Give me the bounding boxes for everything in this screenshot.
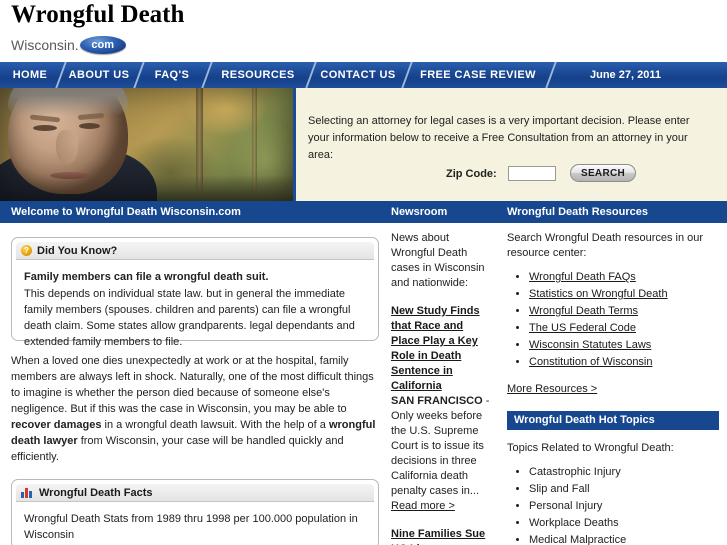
site-title: Wrongful Death: [11, 1, 185, 28]
did-you-know-header: ? Did You Know?: [16, 242, 374, 260]
facts-box-body: Wrongful Death Stats from 1989 thru 1998…: [24, 513, 358, 541]
hero-section: Selecting an attorney for legal cases is…: [0, 88, 727, 201]
resources-column: Search Wrongful Death resources in our r…: [507, 231, 719, 545]
nav-faqs-label: FAQ'S: [154, 69, 190, 81]
news-headline-link[interactable]: New Study Finds that Race and Place Play…: [391, 304, 491, 394]
resource-link[interactable]: Statistics on Wrongful Death: [529, 288, 668, 300]
news-source: SAN FRANCISCO: [391, 395, 483, 407]
section-header-bar: Welcome to Wrongful Death Wisconsin.com …: [0, 201, 727, 223]
list-item[interactable]: Workplace Deaths: [529, 516, 719, 531]
news-headline-link[interactable]: Nine Families Sue UC Liver Transplant Pr…: [391, 527, 491, 545]
search-button[interactable]: SEARCH: [570, 164, 636, 182]
site-subtitle-text: Wisconsin.: [11, 37, 79, 53]
list-item: Wrongful Death Terms: [529, 304, 719, 319]
read-more-link[interactable]: Read more >: [391, 499, 455, 514]
left-column: ? Did You Know? Family members can file …: [11, 223, 379, 545]
resource-link[interactable]: Constitution of Wisconsin: [529, 356, 653, 368]
current-date: June 27, 2011: [590, 69, 661, 81]
nav-contact-us[interactable]: CONTACT US: [310, 62, 406, 88]
list-item: Statistics on Wrongful Death: [529, 287, 719, 302]
facts-box-header: Wrongful Death Facts: [16, 484, 374, 502]
nav-resources-label: RESOURCES: [221, 69, 295, 81]
list-item: Wrongful Death FAQs: [529, 270, 719, 285]
site-subtitle: Wisconsin. com: [11, 36, 126, 54]
list-item[interactable]: Medical Malpractice: [529, 533, 719, 545]
list-item: The US Federal Code: [529, 321, 719, 336]
news-article-body: SAN FRANCISCO - Only weeks before the U.…: [391, 394, 491, 514]
newsroom-intro: News about Wrongful Death cases in Wisco…: [391, 232, 485, 289]
list-item[interactable]: Personal Injury: [529, 499, 719, 514]
wrongful-death-facts-box: Wrongful Death Facts Wrongful Death Stat…: [11, 479, 379, 545]
resource-link[interactable]: The US Federal Code: [529, 322, 636, 334]
nav-contact-us-label: CONTACT US: [320, 69, 396, 81]
main-navigation: HOME ABOUT US FAQ'S RESOURCES CONTACT US…: [0, 62, 727, 88]
did-you-know-lead: Family members can file a wrongful death…: [24, 271, 269, 283]
list-item[interactable]: Catastrophic Injury: [529, 465, 719, 480]
more-resources-link[interactable]: More Resources >: [507, 382, 597, 397]
page-content: ? Did You Know? Family members can file …: [0, 223, 727, 545]
news-summary: - Only weeks before the U.S. Supreme Cou…: [391, 395, 490, 497]
main-paragraph-bold1: recover damages: [11, 419, 102, 431]
hot-topics-intro: Topics Related to Wrongful Death:: [507, 442, 674, 454]
nav-free-case-review[interactable]: FREE CASE REVIEW: [406, 62, 550, 88]
consultation-intro-text: Selecting an attorney for legal cases is…: [308, 115, 690, 161]
nav-faqs[interactable]: FAQ'S: [138, 62, 206, 88]
hero-photo-vignette: [0, 88, 293, 201]
question-mark-icon: ?: [21, 245, 32, 256]
list-item: Wisconsin Statutes Laws: [529, 338, 719, 353]
hero-photo-elderly-man: [0, 88, 293, 201]
masthead: Wrongful Death Wisconsin. com: [0, 0, 727, 62]
list-item: Constitution of Wisconsin: [529, 355, 719, 370]
main-paragraph-part2: in a wrongful death lawsuit. With the he…: [101, 419, 329, 431]
resources-link-list: Wrongful Death FAQs Statistics on Wrongf…: [507, 270, 719, 370]
zip-code-label: Zip Code:: [446, 168, 497, 180]
did-you-know-text: This depends on individual state law. bu…: [24, 288, 355, 348]
nav-about-us-label: ABOUT US: [68, 69, 130, 81]
main-paragraph: When a loved one dies unexpectedly at wo…: [11, 353, 379, 465]
zip-code-input[interactable]: [508, 166, 556, 181]
resource-link[interactable]: Wisconsin Statutes Laws: [529, 339, 651, 351]
resources-intro: Search Wrongful Death resources in our r…: [507, 232, 704, 259]
did-you-know-body: Family members can file a wrongful death…: [12, 260, 378, 360]
main-paragraph-part1: When a loved one dies unexpectedly at wo…: [11, 355, 374, 415]
nav-home[interactable]: HOME: [0, 62, 60, 88]
bar-chart-icon: [21, 487, 34, 498]
nav-resources[interactable]: RESOURCES: [206, 62, 310, 88]
resource-link[interactable]: Wrongful Death FAQs: [529, 271, 636, 283]
did-you-know-box: ? Did You Know? Family members can file …: [11, 237, 379, 348]
nav-free-case-review-label: FREE CASE REVIEW: [420, 69, 536, 81]
hot-topics-header: Wrongful Death Hot Topics: [507, 411, 719, 430]
nav-about-us[interactable]: ABOUT US: [60, 62, 138, 88]
consultation-panel: Selecting an attorney for legal cases is…: [293, 88, 727, 201]
nav-home-label: HOME: [12, 69, 48, 81]
newsroom-column: News about Wrongful Death cases in Wisco…: [391, 231, 491, 545]
hot-topics-list: Catastrophic Injury Slip and Fall Person…: [507, 465, 719, 545]
resource-link[interactable]: Wrongful Death Terms: [529, 305, 638, 317]
section-resources-label: Wrongful Death Resources: [507, 206, 648, 218]
did-you-know-title: Did You Know?: [37, 244, 118, 257]
list-item[interactable]: Slip and Fall: [529, 482, 719, 497]
facts-box-title: Wrongful Death Facts: [39, 486, 153, 499]
section-newsroom-label: Newsroom: [391, 206, 448, 218]
com-badge-icon: com: [79, 36, 126, 54]
section-welcome-label: Welcome to Wrongful Death Wisconsin.com: [11, 206, 241, 218]
